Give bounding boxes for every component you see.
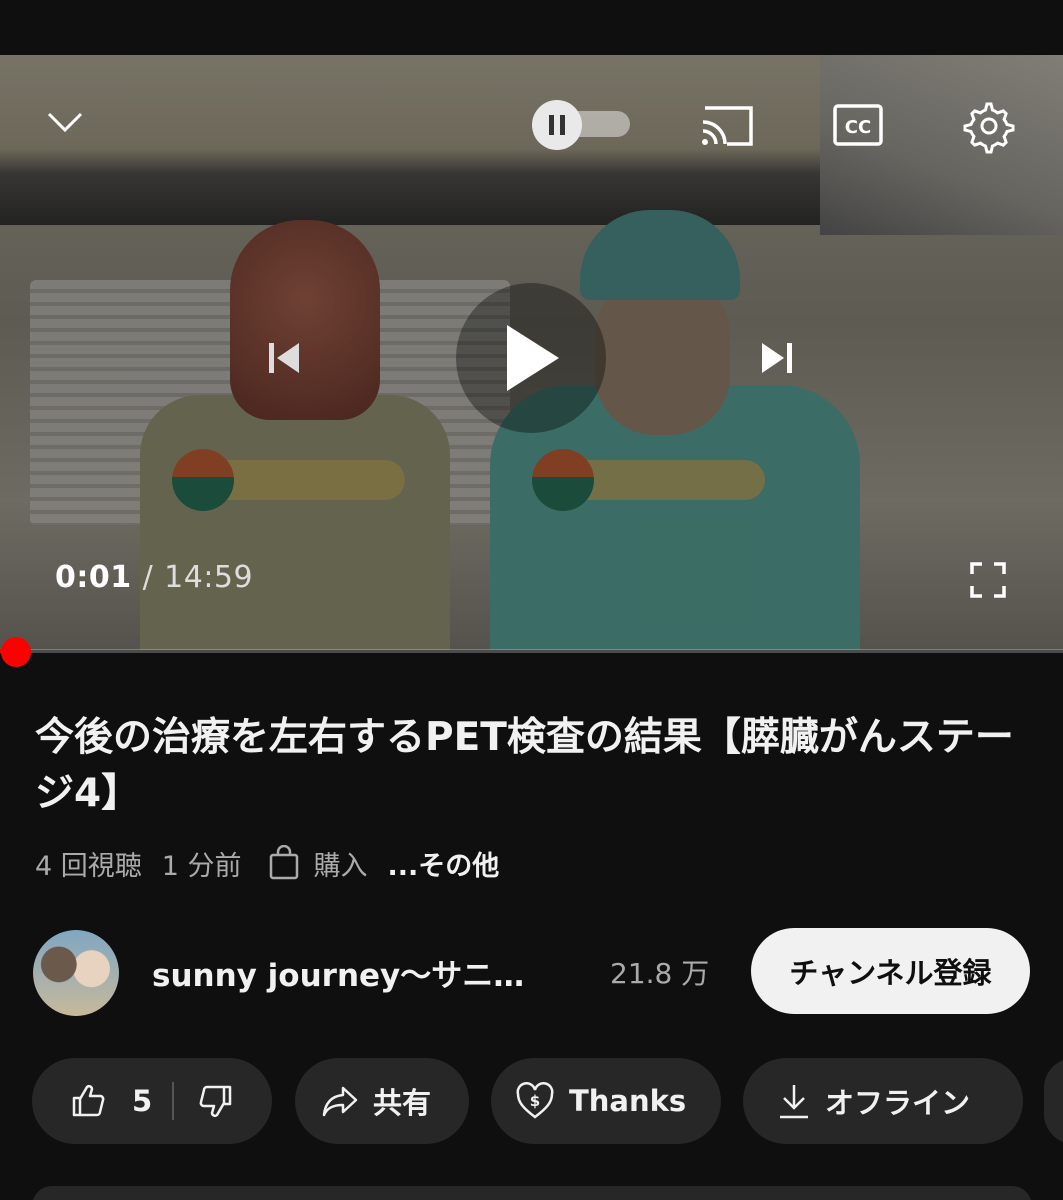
captions-button[interactable]: CC [826,97,890,153]
like-divider [172,1082,175,1120]
share-icon [322,1086,358,1117]
gear-icon [963,102,1015,154]
chevron-down-icon [47,112,83,133]
collapse-button[interactable] [40,97,90,147]
closed-captions-icon: CC [833,104,883,146]
download-button[interactable]: オフライン [743,1058,1023,1144]
video-player[interactable]: CC 0:01 / 14:59 [0,55,1063,650]
settings-button[interactable] [955,95,1019,157]
fullscreen-button[interactable] [962,555,1014,605]
svg-text:$: $ [530,1092,540,1110]
share-button[interactable]: 共有 [295,1058,469,1144]
fullscreen-icon [970,562,1006,598]
current-time: 0:01 [55,560,132,595]
progress-bar[interactable] [0,649,1063,653]
play-icon [507,325,559,391]
progress-scrubber[interactable] [1,637,31,667]
duration: 14:59 [164,560,254,595]
offline-label: オフライン [825,1086,971,1120]
time-separator: / [142,560,154,595]
status-bar [0,0,1063,55]
previous-video-button[interactable] [255,330,311,386]
comments-preview[interactable] [32,1186,1032,1200]
shopping-bag-icon [269,845,298,880]
download-icon [780,1085,808,1119]
thanks-button[interactable]: $ Thanks [491,1058,721,1144]
more-link[interactable]: ...その他 [388,844,500,883]
like-dislike-pill: 5 [32,1058,272,1144]
view-count: 4 回視聴 [35,850,142,882]
svg-text:CC: CC [845,117,871,138]
channel-name[interactable]: sunny journey～サニ… [152,950,524,995]
like-count: 5 [132,1084,153,1118]
skip-next-icon [762,343,792,373]
share-label: 共有 [373,1086,432,1120]
time-display: 0:01 / 14:59 [55,560,253,595]
heart-dollar-icon: $ [516,1082,554,1119]
subscribe-button[interactable]: チャンネル登録 [751,928,1030,1014]
autoplay-toggle[interactable] [530,99,632,150]
thumbs-up-icon[interactable] [70,1083,106,1119]
upload-age: 1 分前 [161,850,242,882]
cast-icon [702,106,753,146]
next-video-button[interactable] [750,330,806,386]
more-actions-pill[interactable] [1044,1058,1063,1144]
channel-avatar[interactable] [33,930,119,1016]
pause-icon [549,115,565,135]
thumbs-down-icon[interactable] [198,1083,234,1119]
cast-button[interactable] [694,97,760,153]
purchase-label: 購入 [313,850,368,882]
subscriber-count: 21.8 万 [610,957,710,990]
video-title[interactable]: 今後の治療を左右するPET検査の結果【膵臓がんステージ4】 [35,710,1025,822]
actions-row: 5 共有 $ Thanks オフライン [32,1058,1063,1144]
play-button[interactable] [456,283,606,433]
video-meta[interactable]: 4 回視聴 1 分前 購入 ...その他 [35,843,499,883]
thanks-label: Thanks [569,1084,687,1118]
channel-row[interactable]: sunny journey～サニ… 21.8 万 チャンネル登録 [30,928,1040,1018]
skip-previous-icon [269,343,299,373]
